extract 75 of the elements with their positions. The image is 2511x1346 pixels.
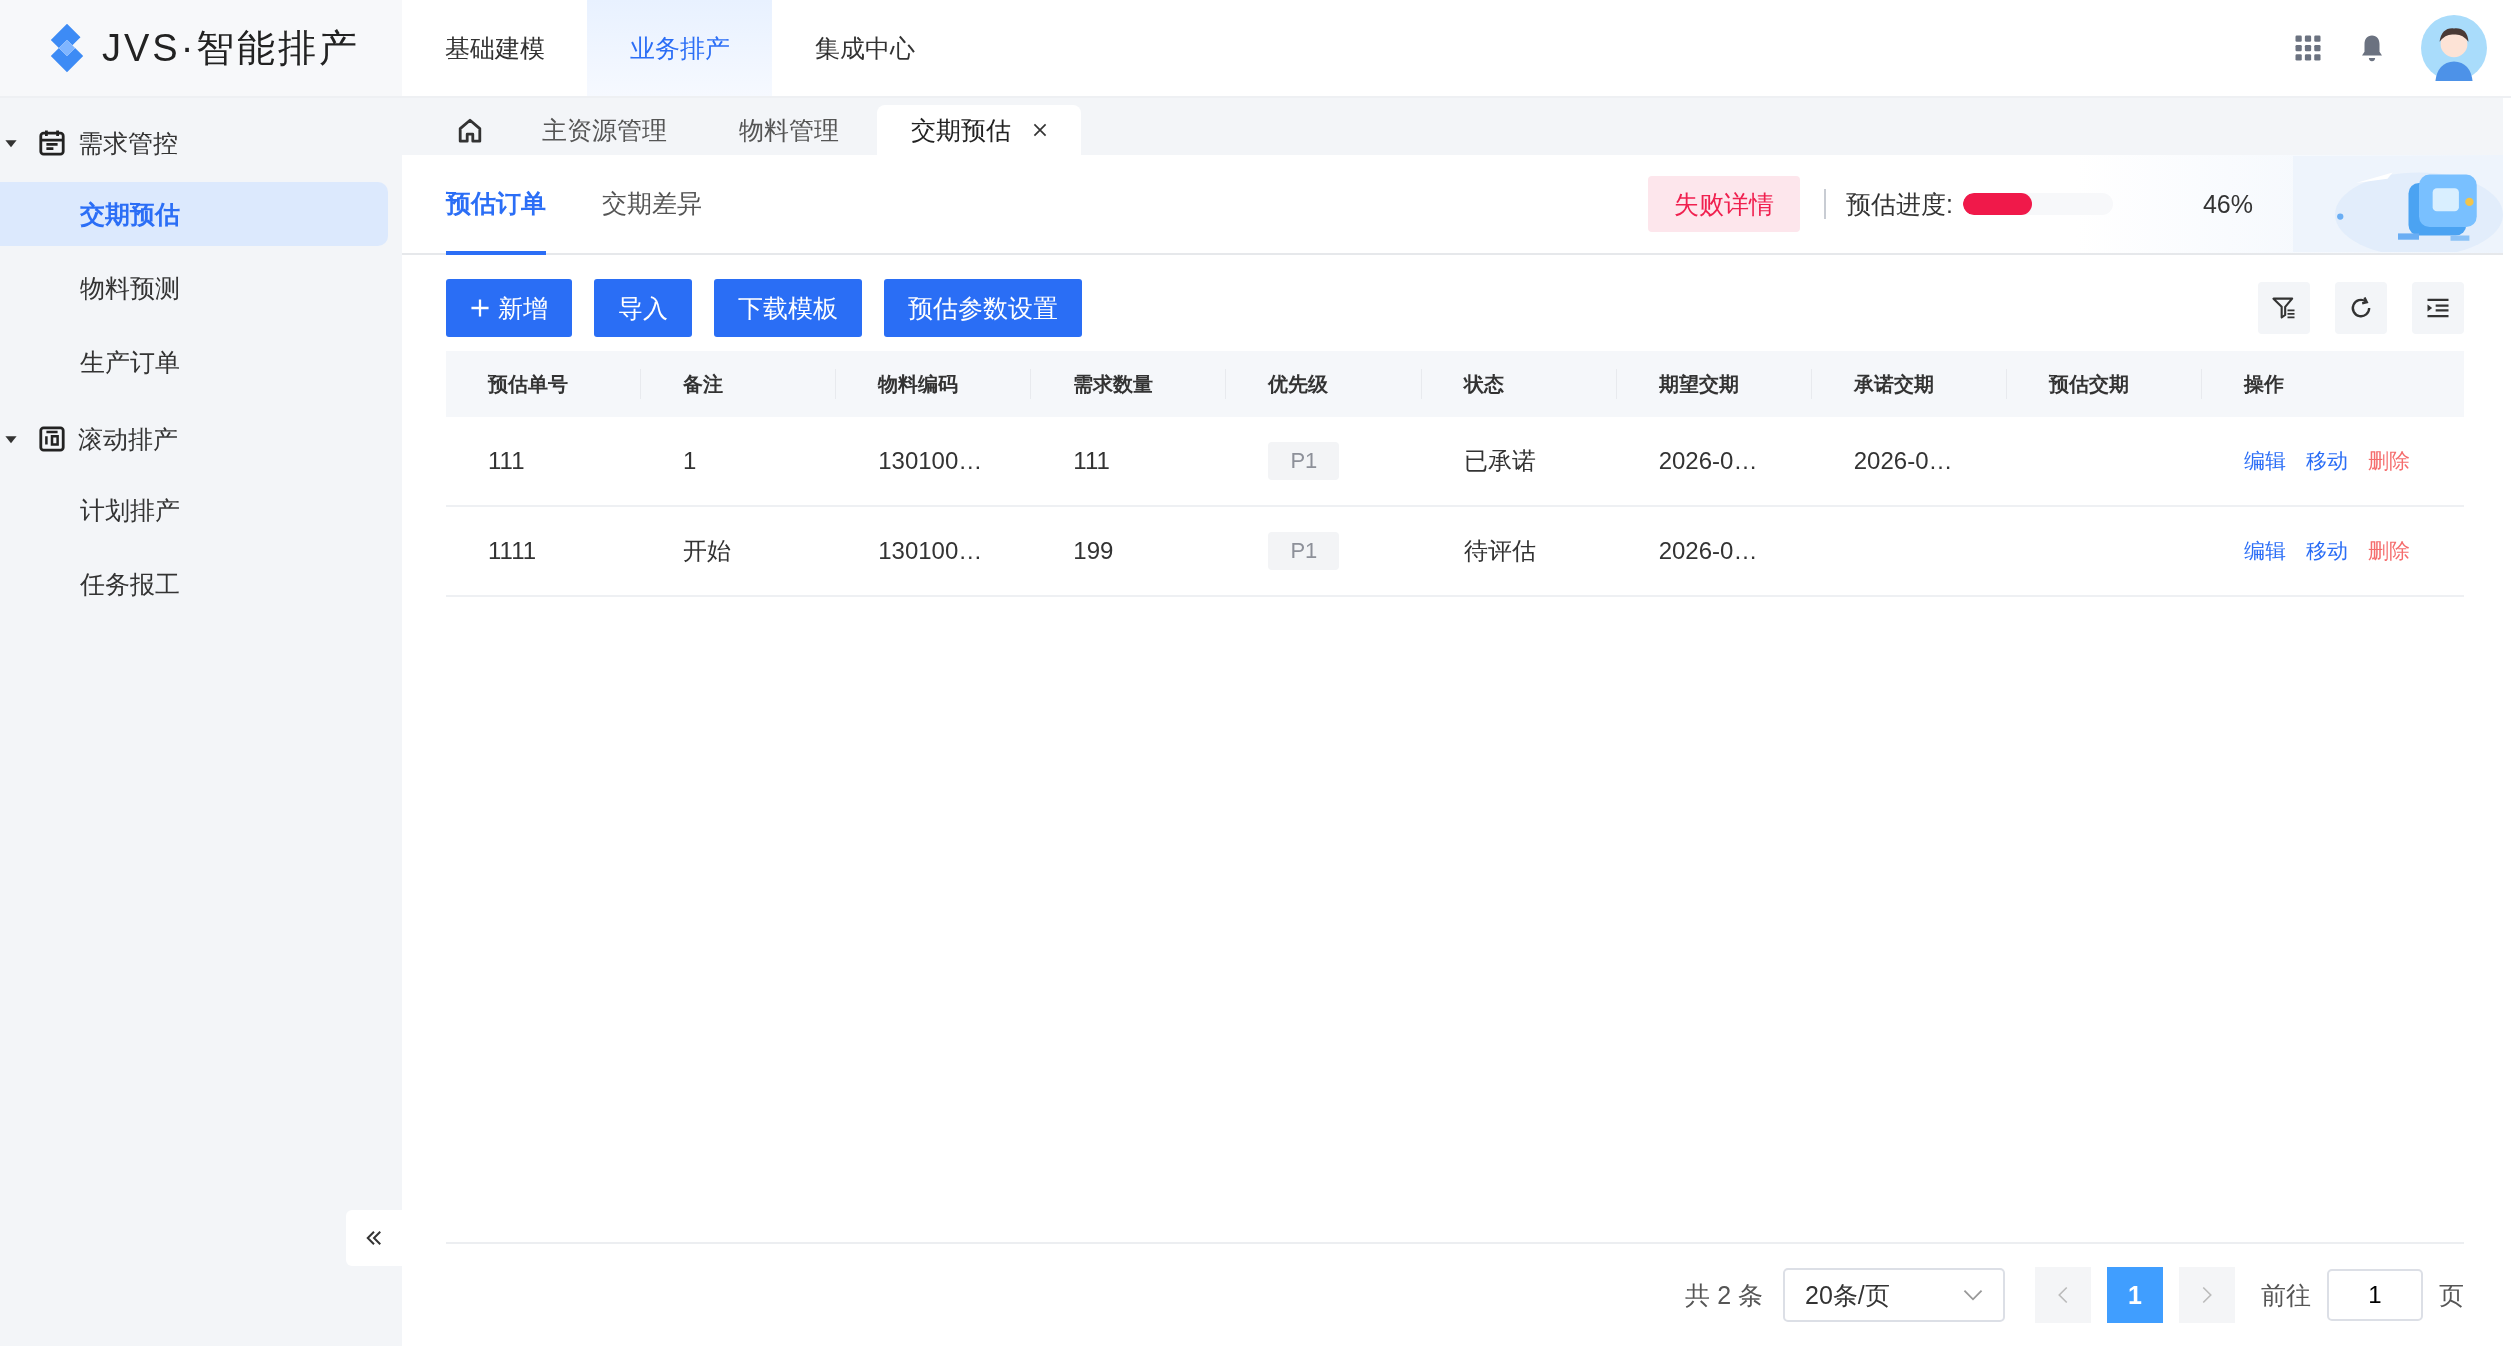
column-header: 预估单号 [446,369,642,399]
toolbar-button[interactable]: 导入 [594,279,692,337]
toolbar-button[interactable]: 下载模板 [714,279,862,337]
table-cell: 199 [1073,537,1114,564]
goto-page-field[interactable]: 1 [2327,1269,2423,1321]
progress-label: 预估进度: [1846,188,1953,220]
page-tab[interactable]: 交期预估 [877,105,1081,155]
row-action-link[interactable]: 编辑 [2244,447,2286,475]
collapse-button[interactable] [346,1210,402,1266]
page-tab[interactable]: 主资源管理 [508,105,701,155]
page-number-button[interactable]: 1 [2107,1267,2163,1323]
goto-label: 前往 [2261,1279,2311,1311]
close-icon[interactable] [1033,123,1047,137]
total-count: 共 2 条 [1685,1279,1763,1311]
nav-tab[interactable]: 业务排产 [587,0,772,96]
column-header: 状态 [1421,369,1617,399]
row-action-link[interactable]: 编辑 [2244,537,2286,565]
filter-button[interactable] [2258,282,2310,334]
table-cell: 130100… [878,537,983,564]
calendar-icon [38,129,66,157]
row-action-link[interactable]: 移动 [2306,537,2348,565]
nav-tab[interactable]: 基础建模 [402,0,587,96]
table-cell: 开始 [683,537,732,564]
page-size-select[interactable]: 20条/页 [1783,1268,2005,1322]
table-cell: 1 [683,447,697,474]
menu-group[interactable]: 滚动排产 [0,404,402,474]
menu-item[interactable]: 交期预估 [0,182,388,246]
failure-details-button[interactable]: 失败详情 [1648,176,1800,232]
priority-tag: P1 [1268,532,1340,570]
row-action-link[interactable]: 移动 [2306,447,2348,475]
home-icon [456,116,484,144]
table-cell: 2026-0… [1658,447,1758,474]
column-header: 操作 [2242,371,2285,397]
table-cell: 2026-0… [1658,537,1758,564]
menu-group[interactable]: 需求管控 [0,108,402,178]
column-header: 备注 [641,369,837,399]
avatar[interactable] [2421,15,2487,81]
table-cell: 1111 [488,537,537,564]
column-settings-button[interactable] [2412,282,2464,334]
column-header: 物料编码 [836,369,1032,399]
chevron-down-icon [1963,1289,1983,1301]
table-cell: 130100… [878,447,983,474]
app-title: JVS·智能排产 [102,25,361,71]
plus-icon [470,298,490,318]
sub-tab[interactable]: 预估订单 [446,155,546,255]
page-suffix: 页 [2439,1279,2464,1311]
panel-icon [38,425,66,453]
table-cell: 待评估 [1463,537,1536,564]
menu-item[interactable]: 计划排产 [0,478,388,542]
menu-item[interactable]: 生产订单 [0,330,388,394]
double-chevron-icon [364,1228,384,1248]
table-cell: 2026-0… [1853,447,1953,474]
apps-grid-icon[interactable] [2293,33,2323,63]
table-cell: 111 [488,447,525,474]
toolbar-button[interactable]: 新增 [446,279,572,337]
column-header: 优先级 [1226,369,1422,399]
menu-item[interactable]: 任务报工 [0,552,388,616]
row-action-link[interactable]: 删除 [2368,447,2410,475]
refresh-button[interactable] [2335,282,2387,334]
table-cell: 已承诺 [1463,447,1536,474]
menu-item[interactable]: 物料预测 [0,256,388,320]
row-action-link[interactable]: 删除 [2368,537,2410,565]
toolbar-button[interactable]: 预估参数设置 [884,279,1082,337]
column-header: 需求数量 [1031,369,1227,399]
progress-reading: 46% [2202,189,2253,219]
column-header: 预估交期 [2006,369,2202,399]
page-tab[interactable]: 物料管理 [705,105,873,155]
chevron-right-icon [2202,1286,2212,1304]
sub-tab[interactable]: 交期差异 [602,155,702,255]
nav-tab[interactable]: 集成中心 [772,0,957,96]
column-header: 承诺交期 [1811,369,2007,399]
chevron-left-icon [2058,1286,2068,1304]
table-cell: 111 [1073,447,1110,474]
priority-tag: P1 [1268,442,1340,480]
column-header: 期望交期 [1616,369,1812,399]
